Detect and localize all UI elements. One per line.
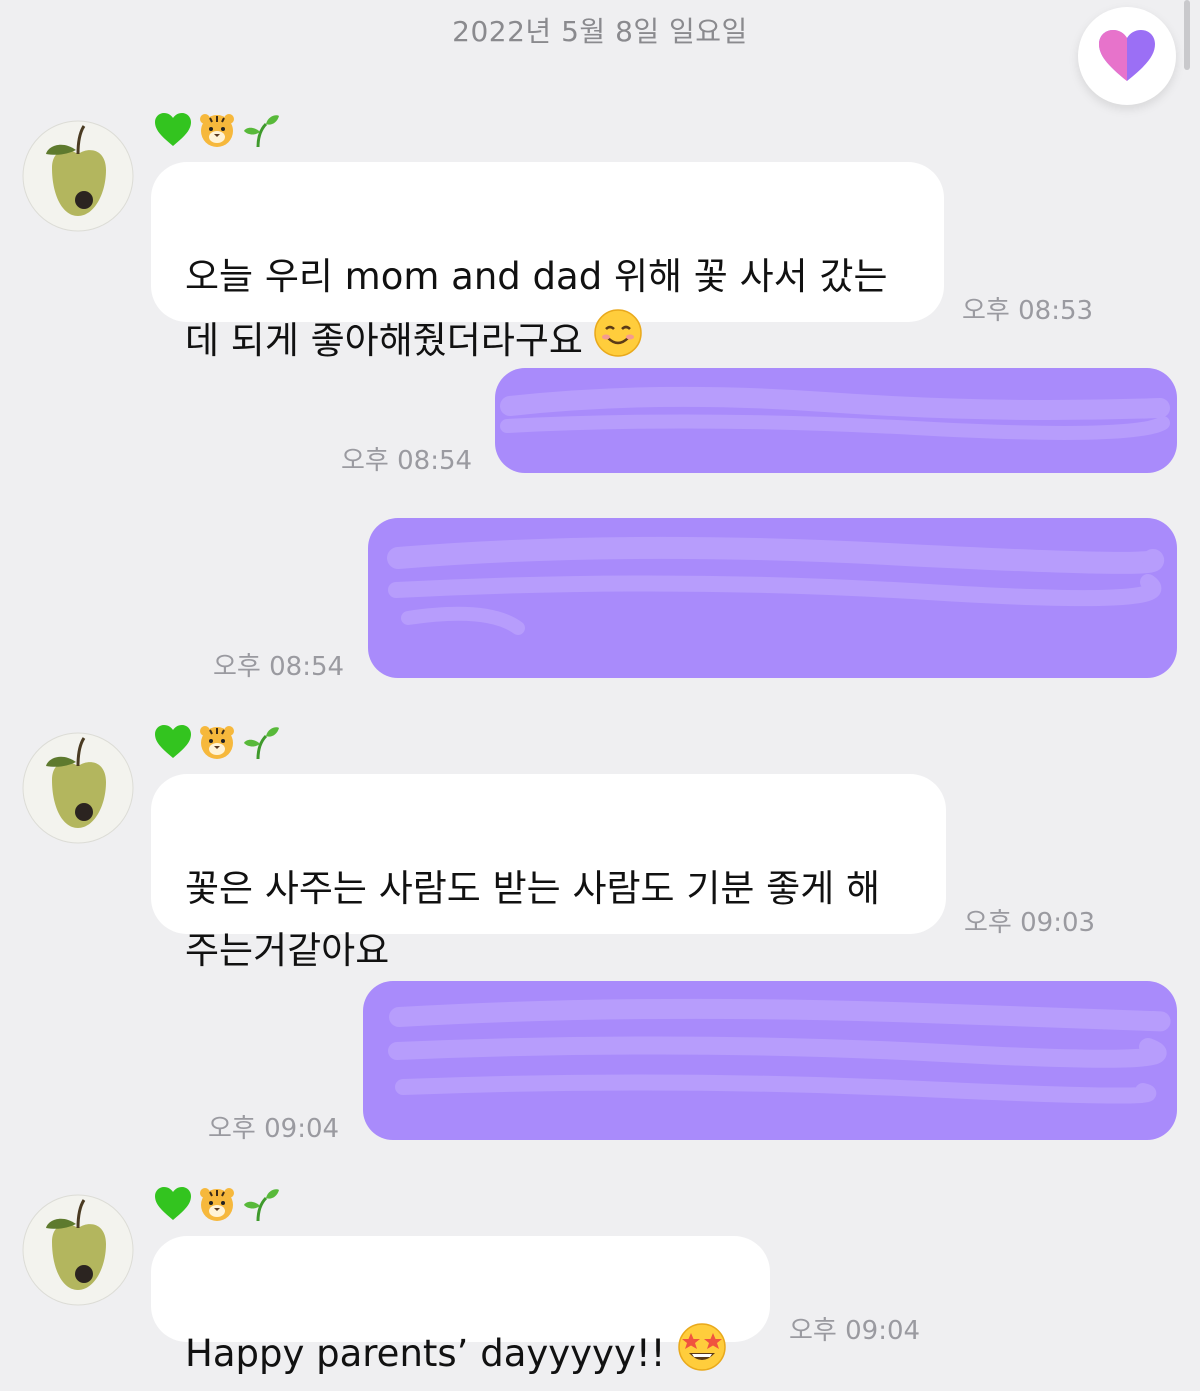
message-timestamp: 오후 08:54 (341, 446, 473, 476)
star-struck-face-icon (676, 1320, 728, 1391)
redaction-scribble (500, 386, 1170, 440)
green-heart-icon (155, 1187, 191, 1220)
apple-avatar-icon (22, 1194, 134, 1306)
green-heart-icon (155, 725, 191, 758)
seedling-icon (244, 1189, 279, 1222)
message-bubble-incoming[interactable]: 오늘 우리 mom and dad 위해 꽃 사서 갔는 데 되게 좋아해줬더라… (151, 162, 944, 362)
green-heart-icon (155, 113, 191, 146)
sender-badges (154, 722, 280, 762)
sender-badges (154, 1184, 280, 1224)
message-text: 꽃은 사주는 사람도 받는 사람도 기분 좋게 해 주는거같아요 (185, 867, 881, 972)
tiger-face-icon (200, 726, 234, 759)
smiling-face-icon (593, 308, 643, 377)
avatar[interactable] (22, 1194, 134, 1306)
message-timestamp: 오후 09:04 (208, 1114, 340, 1144)
scrollbar[interactable] (1184, 0, 1190, 70)
message-bubble-outgoing[interactable] (368, 518, 1177, 678)
message-bubble-incoming[interactable]: Happy parents’ dayyyyy!! (151, 1236, 770, 1375)
message-timestamp: 오후 08:53 (962, 296, 1094, 326)
seedling-icon (244, 727, 279, 760)
avatar[interactable] (22, 120, 134, 232)
message-bubble-outgoing[interactable] (495, 368, 1177, 473)
avatar[interactable] (22, 732, 134, 844)
tiger-face-icon (200, 1188, 234, 1221)
message-timestamp: 오후 09:04 (789, 1316, 921, 1346)
message-text: Happy parents’ dayyyyy!! (185, 1332, 666, 1375)
message-bubble-outgoing[interactable] (363, 981, 1177, 1140)
tiger-face-icon (200, 114, 234, 147)
apple-avatar-icon (22, 732, 134, 844)
redaction-scribble (387, 536, 1165, 635)
message-text: 오늘 우리 mom and dad 위해 꽃 사서 갔는 데 되게 좋아해줬더라… (185, 255, 888, 362)
heart-button[interactable] (1078, 7, 1176, 105)
seedling-icon (244, 115, 279, 148)
heart-icon (1099, 30, 1155, 81)
apple-avatar-icon (22, 120, 134, 232)
message-timestamp: 오후 09:03 (964, 908, 1096, 938)
message-bubble-incoming[interactable]: 꽃은 사주는 사람도 받는 사람도 기분 좋게 해 주는거같아요 (151, 774, 946, 972)
message-timestamp: 오후 08:54 (213, 652, 345, 682)
sender-badges (154, 110, 280, 150)
redaction-scribble (388, 998, 1171, 1104)
date-header: 2022년 5월 8일 일요일 (452, 15, 748, 48)
